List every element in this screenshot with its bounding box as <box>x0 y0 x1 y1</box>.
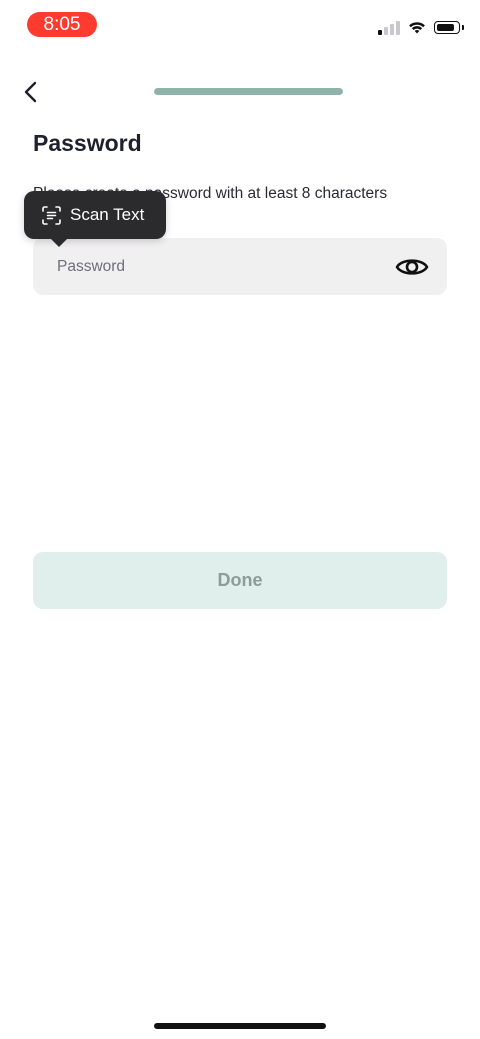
scan-text-icon <box>42 205 61 225</box>
scan-text-label: Scan Text <box>70 205 145 224</box>
battery-icon <box>434 20 464 34</box>
password-input[interactable] <box>33 237 394 296</box>
progress-bar <box>154 88 343 95</box>
chevron-left-icon <box>24 81 37 103</box>
page-title: Password <box>33 130 142 156</box>
password-field[interactable] <box>33 237 447 296</box>
show-password-button[interactable] <box>394 252 430 282</box>
scan-text-popup[interactable]: Scan Text <box>24 191 166 247</box>
wifi-icon <box>409 21 425 33</box>
done-button[interactable]: Done <box>33 552 447 609</box>
back-button[interactable] <box>17 78 45 106</box>
progress-fill <box>154 88 343 95</box>
cellular-signal-icon <box>378 19 400 35</box>
status-time: 8:05 <box>27 12 97 37</box>
home-indicator[interactable] <box>154 1023 326 1029</box>
status-icons <box>378 18 464 36</box>
eye-icon <box>395 258 429 275</box>
